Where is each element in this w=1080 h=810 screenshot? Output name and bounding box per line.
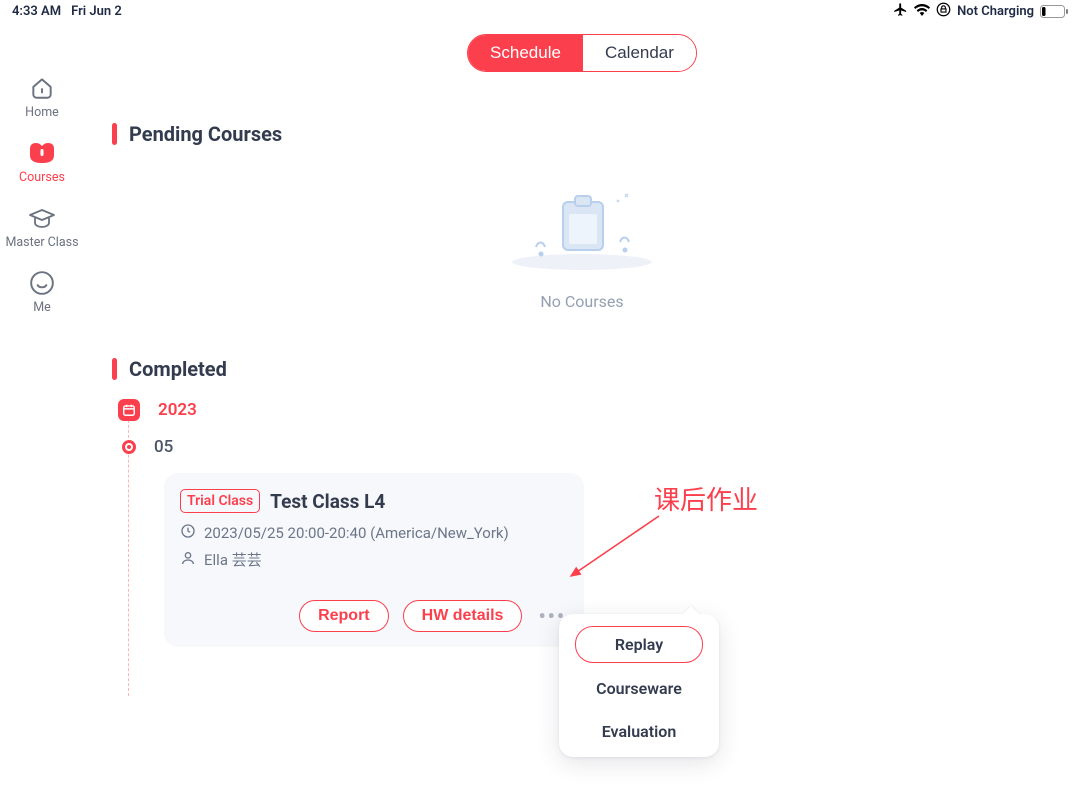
more-options-popover: Replay Courseware Evaluation [559, 614, 719, 757]
clock-icon [180, 523, 196, 543]
sidebar-item-label: Home [25, 105, 59, 120]
course-teacher: Ella 芸芸 [204, 549, 262, 570]
status-bar: 4:33 AM Fri Jun 2 Not Charging [0, 0, 1080, 20]
user-icon [180, 550, 196, 570]
status-date: Fri Jun 2 [71, 4, 122, 19]
hw-details-button[interactable]: HW details [403, 600, 523, 632]
main-content: Schedule Calendar Pending Courses [84, 20, 1080, 810]
empty-illustration [497, 184, 667, 274]
airplane-mode-icon [893, 2, 908, 21]
popover-replay[interactable]: Replay [575, 626, 703, 663]
empty-text: No Courses [540, 292, 623, 311]
toggle-schedule[interactable]: Schedule [468, 35, 583, 71]
battery-status-text: Not Charging [957, 4, 1034, 19]
battery-icon [1040, 5, 1068, 18]
sidebar-item-label: Me [33, 300, 51, 315]
home-icon [28, 75, 56, 101]
sidebar-item-courses[interactable]: Courses [19, 140, 65, 185]
timeline: 2023 05 Trial Class Test Class L4 2023/0… [112, 399, 1052, 646]
empty-state: No Courses [112, 184, 1052, 311]
popover-courseware[interactable]: Courseware [569, 671, 709, 706]
sidebar-item-label: Master Class [5, 235, 78, 250]
title-accent-bar [112, 123, 117, 145]
toggle-calendar[interactable]: Calendar [583, 35, 696, 71]
me-icon [28, 270, 56, 296]
trial-class-badge: Trial Class [180, 489, 260, 513]
sidebar: Home Courses Master Class Me [0, 20, 84, 810]
sidebar-item-me[interactable]: Me [28, 270, 56, 315]
timeline-month: 05 [154, 437, 173, 457]
timeline-line [128, 415, 129, 696]
sidebar-item-home[interactable]: Home [25, 75, 59, 120]
orientation-lock-icon [936, 2, 951, 21]
wifi-icon [914, 4, 930, 20]
course-title: Test Class L4 [270, 490, 385, 513]
pending-section-title: Pending Courses [112, 122, 1052, 146]
courses-icon [28, 140, 56, 166]
popover-evaluation[interactable]: Evaluation [569, 714, 709, 749]
report-button[interactable]: Report [299, 600, 389, 632]
view-toggle: Schedule Calendar [467, 34, 697, 72]
sidebar-item-master-class[interactable]: Master Class [5, 205, 78, 250]
calendar-icon [118, 399, 140, 421]
course-datetime: 2023/05/25 20:00-20:40 (America/New_York… [204, 524, 509, 542]
course-card: Trial Class Test Class L4 2023/05/25 20:… [164, 473, 584, 646]
section-title-text: Completed [129, 357, 227, 381]
timeline-month-marker [122, 440, 136, 454]
completed-section-title: Completed [112, 357, 1052, 381]
graduation-cap-icon [28, 205, 56, 231]
sidebar-item-label: Courses [19, 170, 65, 185]
timeline-year: 2023 [158, 400, 197, 420]
section-title-text: Pending Courses [129, 122, 282, 146]
title-accent-bar [112, 358, 117, 380]
status-time: 4:33 AM [12, 4, 61, 19]
